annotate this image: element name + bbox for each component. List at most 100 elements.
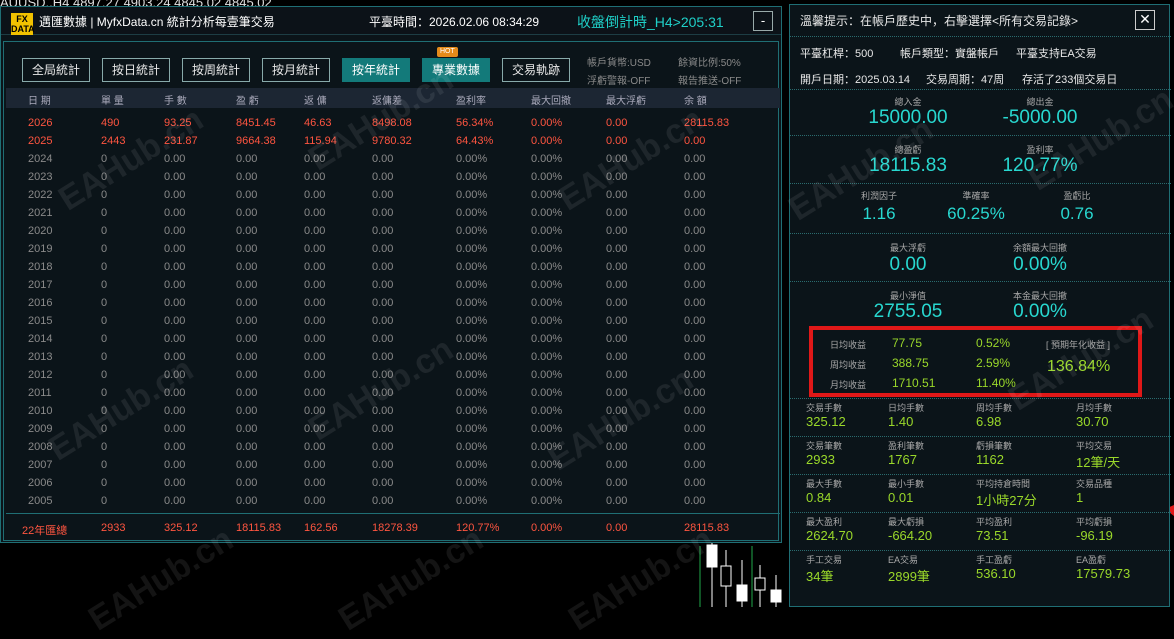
divider <box>790 183 1171 184</box>
cell-rebate-diff: 0.00 <box>372 387 394 399</box>
report-push-toggle[interactable]: 報告推送-OFF <box>678 72 741 87</box>
cell-profit: 0.00 <box>236 495 258 507</box>
cell-lots: 0.00 <box>164 369 186 381</box>
cell-rebate-diff: 0.00 <box>372 261 394 273</box>
stat-label: EA盈虧 <box>1076 555 1107 565</box>
table-row: 2005 0 0.00 0.00 0.00 0.00 0.00% 0.00% 0.00 0.00 <box>6 492 780 510</box>
cell-profit: 0.00 <box>236 279 258 291</box>
tab-yearly-stats[interactable]: 按年統計 <box>342 58 410 82</box>
divider <box>790 233 1171 234</box>
cell-orders: 0 <box>101 333 108 345</box>
close-button[interactable]: ✕ <box>1135 10 1155 30</box>
panel-title: 邁匯數據 | MyfxData.cn 統計分析每壹筆交易 <box>39 15 275 29</box>
cell-rebate: 0.00 <box>304 171 326 183</box>
cell-max-drawdown: 0.00% <box>531 477 563 489</box>
divider <box>790 89 1171 90</box>
cell-profit: 0.00 <box>236 225 258 237</box>
cell-rebate-diff: 0.00 <box>372 207 394 219</box>
table-row: 2021 0 0.00 0.00 0.00 0.00 0.00% 0.00% 0.00 0.00 <box>6 204 780 222</box>
cell-rebate-diff: 0.00 <box>372 351 394 363</box>
cell-rebate: 0.00 <box>304 405 326 417</box>
tab-monthly-stats[interactable]: 按月統計 <box>262 58 330 82</box>
tab-trade-trail[interactable]: 交易軌跡 <box>502 58 570 82</box>
cell-max-drawdown: 0.00% <box>531 459 563 471</box>
cell-max-float-loss: 0.00 <box>606 171 628 183</box>
stat-value: 1767 <box>888 452 917 467</box>
accuracy-value: 60.25% <box>947 204 1005 223</box>
cell-rebate: 0.00 <box>304 261 326 273</box>
summary-row: 22年匯總 2933 325.12 18115.83 162.56 18278.39 120… <box>6 513 780 541</box>
tab-global-stats[interactable]: 全局統計 <box>22 58 90 82</box>
cell-max-drawdown: 0.00% <box>531 369 563 381</box>
table-row: 2014 0 0.00 0.00 0.00 0.00 0.00% 0.00% 0.00 0.00 <box>6 330 780 348</box>
stat-value: 0.01 <box>888 490 914 505</box>
tab-pro-data[interactable]: 專業數據 HOT <box>422 47 490 82</box>
summary-lots: 325.12 <box>164 522 198 534</box>
cell-balance: 0.00 <box>684 405 706 417</box>
cell-lots: 0.00 <box>164 315 186 327</box>
cell-profit-rate: 0.00% <box>456 279 488 291</box>
stat-label: 交易筆數 <box>806 441 843 451</box>
cell-date: 2010 <box>28 405 53 417</box>
cell-lots: 0.00 <box>164 171 186 183</box>
cell-rebate-diff: 0.00 <box>372 423 394 435</box>
cell-date: 2007 <box>28 459 53 471</box>
cell-rebate: 0.00 <box>304 189 326 201</box>
cell-rebate-diff: 0.00 <box>372 297 394 309</box>
cell-lots: 0.00 <box>164 423 186 435</box>
cell-rebate: 0.00 <box>304 477 326 489</box>
cell-max-drawdown: 0.00% <box>531 225 563 237</box>
cell-balance: 0.00 <box>684 459 706 471</box>
cell-orders: 0 <box>101 387 108 399</box>
cell-balance: 0.00 <box>684 171 706 183</box>
summary-balance: 28115.83 <box>684 522 730 534</box>
pl-ratio-value: 0.76 <box>1060 204 1094 223</box>
cell-max-drawdown: 0.00% <box>531 441 563 453</box>
cell-profit-rate: 0.00% <box>456 405 488 417</box>
stat-label: 盈利筆數 <box>888 441 925 451</box>
cell-rebate: 0.00 <box>304 459 326 471</box>
cell-lots: 0.00 <box>164 387 186 399</box>
cell-rebate-diff: 0.00 <box>372 495 394 507</box>
tab-daily-stats[interactable]: 按日統計 <box>102 58 170 82</box>
cell-rebate-diff: 0.00 <box>372 243 394 255</box>
stat-label: 最大盈利 <box>806 517 843 527</box>
stat-label: 周均手數 <box>976 403 1013 413</box>
cell-max-drawdown: 0.00% <box>531 279 563 291</box>
cell-profit-rate: 0.00% <box>456 243 488 255</box>
cell-profit: 0.00 <box>236 315 258 327</box>
table-row: 2006 0 0.00 0.00 0.00 0.00 0.00% 0.00% 0.00 0.00 <box>6 474 780 492</box>
cell-max-float-loss: 0.00 <box>606 243 628 255</box>
stat-value: 12筆/天 <box>1076 455 1121 470</box>
cell-max-float-loss: 0.00 <box>606 423 628 435</box>
stat-label: 最大虧損 <box>888 517 925 527</box>
cell-orders: 0 <box>101 171 108 183</box>
minimize-button[interactable]: - <box>753 11 773 31</box>
summary-profit: 18115.83 <box>236 522 282 534</box>
cell-rebate: 115.94 <box>304 135 337 147</box>
loss-alert-toggle[interactable]: 浮虧警報-OFF <box>587 72 650 87</box>
cell-lots: 0.00 <box>164 441 186 453</box>
cell-orders: 0 <box>101 261 108 273</box>
cell-orders: 0 <box>101 459 108 471</box>
cell-lots: 0.00 <box>164 261 186 273</box>
balance-drawdown-label: 余額最大回撤 <box>1012 243 1068 253</box>
cell-lots: 0.00 <box>164 477 186 489</box>
column-header-profit-rate: 盈利率 <box>456 96 486 107</box>
fx-data-logo: FX DATA <box>11 13 35 35</box>
tab-pro-data-label: 專業數據 <box>431 63 480 77</box>
cell-orders: 0 <box>101 243 108 255</box>
profit-factor-value: 1.16 <box>862 204 896 223</box>
cell-date: 2009 <box>28 423 53 435</box>
cell-rebate-diff: 0.00 <box>372 315 394 327</box>
cell-max-drawdown: 0.00% <box>531 117 563 129</box>
cell-balance: 0.00 <box>684 423 706 435</box>
cell-max-drawdown: 0.00% <box>531 153 563 165</box>
platform-time: 平臺時間：2026.02.06 08:34:29 <box>369 15 540 29</box>
cell-profit: 0.00 <box>236 189 258 201</box>
stat-label: 最小手數 <box>888 479 925 489</box>
table-row: 2011 0 0.00 0.00 0.00 0.00 0.00% 0.00% 0.00 0.00 <box>6 384 780 402</box>
cell-lots: 0.00 <box>164 279 186 291</box>
tab-weekly-stats[interactable]: 按周統計 <box>182 58 250 82</box>
table-row: 2017 0 0.00 0.00 0.00 0.00 0.00% 0.00% 0.00 0.00 <box>6 276 780 294</box>
